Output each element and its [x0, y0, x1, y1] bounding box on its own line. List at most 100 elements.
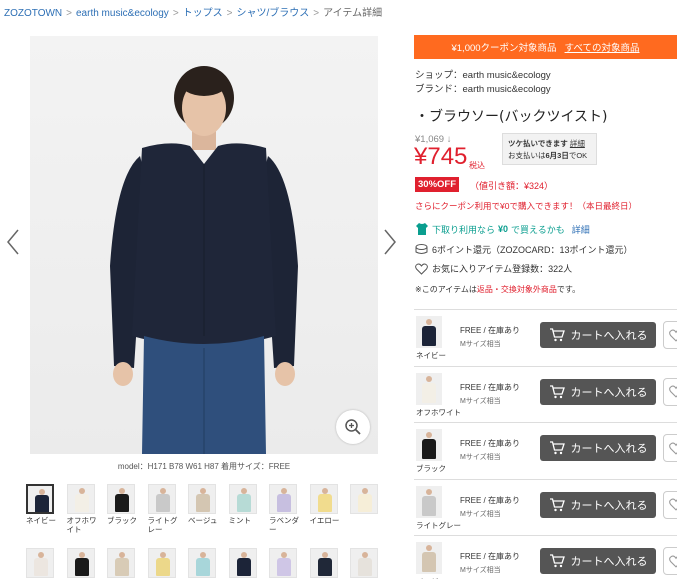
thumbnail-image[interactable] — [188, 484, 216, 514]
color-thumbnail[interactable] — [350, 548, 380, 579]
shirt-swatch — [155, 558, 170, 576]
color-thumbnail[interactable] — [309, 548, 340, 579]
shitadori-detail-link[interactable]: 詳細 — [572, 223, 590, 236]
row-size-note: Mサイズ相当 — [460, 567, 501, 574]
add-to-cart-button[interactable]: カートへ入れる — [540, 435, 656, 461]
row-color-name: オフホワイト — [416, 407, 461, 417]
thumbnail-image[interactable] — [269, 484, 297, 514]
thumbnail-image[interactable] — [26, 484, 54, 514]
shitadori-price: ¥0 — [498, 224, 509, 234]
thumbnail-image[interactable] — [309, 484, 338, 514]
favorite-button[interactable] — [663, 490, 677, 519]
add-to-cart-button[interactable]: カートへ入れる — [540, 378, 656, 405]
thumbnail-image[interactable] — [147, 484, 176, 514]
tsuke-detail-link[interactable]: 詳細 — [570, 139, 585, 148]
color-thumbnail[interactable]: ラベンダー — [269, 484, 299, 534]
zoom-button[interactable] — [336, 410, 370, 444]
add-to-cart-label: カートへ入れる — [570, 385, 648, 399]
color-thumbnail[interactable]: ミント — [228, 484, 259, 525]
thumbnail-image[interactable] — [147, 548, 176, 578]
color-thumbnail[interactable] — [147, 548, 178, 579]
cart-icon — [549, 554, 565, 568]
add-to-cart-button[interactable]: カートへ入れる — [540, 548, 656, 574]
thumbnail-image[interactable] — [66, 548, 95, 578]
tax-label: 税込 — [469, 161, 485, 170]
brand-name[interactable]: ブランド：earth music&ecology — [415, 83, 551, 97]
add-to-cart-button[interactable]: カートへ入れる — [540, 491, 656, 518]
shirt-swatch — [277, 494, 291, 512]
breadcrumb: ZOZOTOWN > earth music&ecology > トップス > シャツ/ブラ… — [4, 4, 382, 19]
thumbnail-image[interactable] — [188, 548, 216, 578]
thumbnail-image[interactable] — [269, 548, 297, 578]
favorite-button[interactable] — [663, 377, 677, 406]
color-thumbnail[interactable]: オフホワイト — [66, 484, 97, 534]
breadcrumb-separator: > — [66, 8, 72, 19]
row-swatch-image[interactable] — [416, 316, 442, 348]
thumbnail-image[interactable] — [350, 484, 378, 514]
row-swatch-image[interactable] — [416, 485, 442, 518]
shirt-swatch — [358, 558, 372, 576]
row-swatch-image[interactable] — [416, 542, 442, 574]
color-thumbnail[interactable] — [350, 484, 380, 516]
row-color-name: ブラック — [416, 464, 446, 473]
color-thumbnail[interactable] — [66, 548, 97, 579]
next-image-arrow-icon[interactable] — [383, 228, 397, 256]
shirt-swatch — [196, 494, 210, 512]
color-thumbnail[interactable]: ブラック — [107, 484, 137, 525]
coupon-banner[interactable]: ¥1,000クーポン対象商品 すべての対象商品 — [414, 35, 677, 59]
shirt-swatch — [155, 494, 170, 512]
color-thumbnail[interactable] — [26, 548, 56, 579]
shirt-swatch — [74, 558, 89, 576]
tsuke-line-prefix: お支払いは — [508, 151, 546, 160]
thumbnail-image[interactable] — [350, 548, 378, 578]
thumbnail-image[interactable] — [228, 484, 257, 514]
breadcrumb-tops[interactable]: トップス — [183, 8, 223, 19]
breadcrumb-shirts[interactable]: シャツ/ブラウス — [237, 8, 310, 19]
row-swatch-image[interactable] — [416, 372, 442, 405]
stock-row: ライトグレー FREE / 在庫あり Mサイズ相当 カートへ入れる — [414, 478, 677, 534]
stock-row: オフホワイト FREE / 在庫あり Mサイズ相当 カートへ入れる — [414, 365, 677, 421]
thumbnail-image[interactable] — [107, 484, 135, 514]
favorite-button[interactable] — [663, 434, 677, 462]
color-thumbnail[interactable] — [188, 548, 218, 579]
shirt-swatch — [74, 494, 89, 512]
shirt-swatch — [317, 558, 332, 576]
heart-icon[interactable] — [415, 263, 428, 275]
model-info: model：H171 B78 W61 H87 着用サイズ：FREE — [117, 462, 291, 471]
favorite-button[interactable] — [663, 547, 677, 575]
color-thumbnail[interactable] — [269, 548, 299, 579]
model-head — [426, 375, 432, 382]
row-swatch-image[interactable] — [416, 429, 442, 461]
color-thumbnail[interactable] — [107, 548, 137, 579]
coupon-all-items-link[interactable]: すべての対象商品 — [565, 40, 640, 54]
color-thumbnail[interactable]: ライトグレー — [147, 484, 178, 534]
point-info: 6ポイント還元（ZOZOCARD：13ポイント還元） — [415, 243, 633, 256]
thumbnail-label: ベージュ — [188, 516, 218, 525]
prev-image-arrow-icon[interactable] — [6, 228, 20, 256]
color-thumbnail[interactable]: ネイビー — [26, 484, 56, 525]
row-color-name: ライトグレー — [416, 520, 461, 530]
shirt-swatch — [236, 494, 251, 512]
thumbnail-label: ネイビー — [26, 516, 56, 525]
current-price: ¥745 — [414, 143, 468, 170]
breadcrumb-zozotown[interactable]: ZOZOTOWN — [4, 8, 62, 19]
cart-icon — [549, 328, 565, 342]
favorite-button[interactable] — [663, 321, 677, 349]
add-to-cart-button[interactable]: カートへ入れる — [540, 322, 656, 348]
main-product-photo[interactable] — [30, 36, 378, 454]
thumbnail-image[interactable] — [228, 548, 257, 578]
thumbnail-image[interactable] — [26, 548, 54, 578]
thumbnail-label: オフホワイト — [66, 516, 97, 534]
model-head — [426, 319, 432, 325]
color-thumbnail[interactable] — [228, 548, 259, 579]
thumbnail-image[interactable] — [309, 548, 338, 578]
thumbnail-image[interactable] — [66, 484, 95, 514]
discount-amount: （値引き額：¥324） — [470, 181, 554, 191]
row-stock-status: FREE / 在庫あり — [460, 326, 521, 335]
thumbnail-label: ミント — [228, 516, 252, 525]
thumbnail-image[interactable] — [107, 548, 135, 578]
color-thumbnail[interactable]: ベージュ — [188, 484, 218, 525]
color-thumbnail[interactable]: イエロー — [309, 484, 340, 525]
breadcrumb-shop[interactable]: earth music&ecology — [76, 8, 169, 19]
shop-name[interactable]: ショップ：earth music&ecology — [415, 69, 551, 83]
